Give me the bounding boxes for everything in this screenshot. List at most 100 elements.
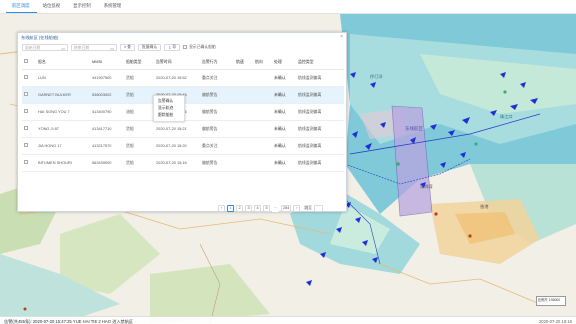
monitor-type: 航线监测偏离 [296, 137, 344, 155]
export-icon: ⇩ [168, 45, 172, 50]
jump-page-input[interactable] [313, 205, 323, 212]
menu-item-follow-ship[interactable]: 跟踪船舶 [154, 112, 184, 119]
menu-item-confirm-alarm[interactable]: 告警确认 [154, 98, 184, 105]
alarm-message[interactable]: 告警(共455条): 2020-07-20 15:47:25 YUE HAI T… [4, 319, 133, 324]
checkbox[interactable] [24, 109, 28, 113]
col-header-name[interactable]: 船名 [36, 55, 90, 70]
prev-page-button[interactable]: ‹ [218, 205, 225, 212]
alarm-behavior: 偏航警告 [200, 154, 234, 172]
ship-name: GARNET BULKER [36, 86, 90, 104]
ship-speed [234, 69, 253, 87]
status-bar: 告警(共455条): 2020-07-20 15:47:25 YUE HAI T… [0, 316, 576, 324]
table-row[interactable]: JIA HONG 17 413217570 货船 2020-07-20 15:2… [22, 137, 344, 155]
checkbox[interactable] [183, 45, 188, 49]
alarm-time: 2020-07-20 15:52 [154, 69, 200, 87]
page-button-2[interactable]: 2 [236, 205, 243, 212]
row-select-cell[interactable] [22, 154, 36, 172]
alarm-behavior: 重点关注 [200, 137, 234, 155]
show-confirmed-toggle[interactable]: 显示已确认船舶 [183, 45, 216, 50]
tab-display-control[interactable]: 显示控制 [67, 3, 98, 13]
monitor-type: 航线监测偏离 [296, 120, 344, 138]
checkbox[interactable] [24, 160, 28, 164]
checkbox[interactable] [24, 59, 28, 64]
alarm-time: 2020-07-20 15:16 [154, 154, 200, 172]
confirm-status: 未确认 [272, 120, 296, 138]
start-date-field[interactable]: 起始日期 ▭ [22, 43, 68, 51]
ship-mmsi: 413400790 [90, 103, 124, 121]
filter-bar: 起始日期 ▭ 结束日期 ▭ ⌕ 查 批量确认 ⇩ 导 显示已确认船舶 [22, 43, 344, 51]
checkbox[interactable] [24, 75, 28, 79]
tab-station-monitor[interactable]: 站位监视 [37, 3, 68, 13]
end-date-field[interactable]: 结束日期 ▭ [71, 43, 117, 51]
col-header-status[interactable]: 处理 [272, 55, 296, 70]
page-button-1[interactable]: 1 [227, 205, 234, 212]
ship-type: 货船 [124, 137, 154, 155]
row-context-menu: 告警确认 显示轨迹 跟踪船舶 [153, 95, 185, 122]
ship-mmsi: 413417710 [90, 120, 124, 138]
row-select-cell[interactable] [22, 86, 36, 104]
batch-confirm-button[interactable]: 批量确认 [137, 43, 162, 51]
table-row[interactable]: BITUMEN SHOURI 563439000 货船 2020-07-20 1… [22, 154, 344, 172]
alarm-behavior: 重点关注 [200, 69, 234, 87]
row-select-cell[interactable] [22, 69, 36, 87]
map-label-river-mouth: 珠江口 [500, 114, 513, 119]
alarm-time: 2020-07-20 15:20 [154, 137, 200, 155]
end-date-placeholder: 结束日期 [74, 45, 90, 50]
tab-route-dispatch[interactable]: 航区调度 [6, 3, 37, 13]
ship-name: JIA HONG 17 [36, 137, 90, 155]
ship-mmsi: 441907500 [90, 69, 124, 87]
panel-title: 东线航区 (在线船舶) [21, 34, 59, 40]
ship-speed [234, 103, 253, 121]
calendar-icon: ▭ [61, 46, 65, 51]
col-header-monitor[interactable]: 监控类型 [296, 55, 344, 70]
ship-speed [234, 154, 253, 172]
search-button-label: 查 [127, 44, 131, 49]
export-button[interactable]: ⇩ 导 [164, 43, 181, 51]
monitor-type: 航线监测偏离 [296, 154, 344, 172]
page-button-last[interactable]: 284 [281, 205, 292, 212]
col-header-type[interactable]: 船舶类型 [124, 55, 154, 70]
confirm-status: 未确认 [272, 103, 296, 121]
ship-course [253, 137, 272, 155]
col-header-time[interactable]: 告警时间 [154, 55, 200, 70]
ship-course [253, 103, 272, 121]
ship-type: 货船 [124, 86, 154, 104]
confirm-status: 未确认 [272, 137, 296, 155]
ship-mmsi: 563439000 [90, 154, 124, 172]
table-row[interactable]: LUN 441907500 货船 2020-07-20 15:52 重点关注 未… [22, 69, 344, 87]
search-button[interactable]: ⌕ 查 [120, 43, 135, 51]
checkbox[interactable] [24, 126, 28, 130]
col-header-course[interactable]: 航向 [253, 55, 272, 70]
ship-type: 货船 [124, 69, 154, 87]
monitor-type: 航线监测偏离 [296, 86, 344, 104]
page-button-3[interactable]: 3 [245, 205, 252, 212]
ship-name: HAI SONG YOU 7 [36, 103, 90, 121]
select-all-cell[interactable] [22, 55, 36, 70]
jump-label: 跳至 [304, 206, 312, 210]
col-header-mmsi[interactable]: MMSI [90, 55, 124, 70]
row-select-cell[interactable] [22, 137, 36, 155]
monitor-type: 航线监测偏离 [296, 69, 344, 87]
col-header-speed[interactable]: 航速 [234, 55, 253, 70]
checkbox[interactable] [24, 143, 28, 147]
close-icon[interactable]: × [340, 34, 343, 40]
map-label-sea: 伶仃洋 [370, 74, 383, 79]
next-page-button[interactable]: › [293, 205, 301, 212]
page-button-4[interactable]: 4 [254, 205, 261, 212]
checkbox[interactable] [24, 92, 28, 96]
map-label-hk: 香港 [480, 204, 489, 209]
confirm-status: 未确认 [272, 86, 296, 104]
col-header-behavior[interactable]: 告警行为 [200, 55, 234, 70]
row-select-cell[interactable] [22, 103, 36, 121]
batch-confirm-label: 批量确认 [141, 44, 158, 49]
page-button-5[interactable]: 5 [263, 205, 270, 212]
table-row[interactable]: YONG JI 87 413417710 货船 2020-07-20 15:21… [22, 120, 344, 138]
ship-course [253, 154, 272, 172]
confirm-status: 未确认 [272, 69, 296, 87]
ship-course [253, 69, 272, 87]
tab-system-admin[interactable]: 系统管理 [98, 3, 129, 13]
ship-type: 油船 [124, 103, 154, 121]
menu-item-show-track[interactable]: 显示轨迹 [154, 105, 184, 112]
ship-mmsi: 538003002 [90, 86, 124, 104]
row-select-cell[interactable] [22, 120, 36, 138]
